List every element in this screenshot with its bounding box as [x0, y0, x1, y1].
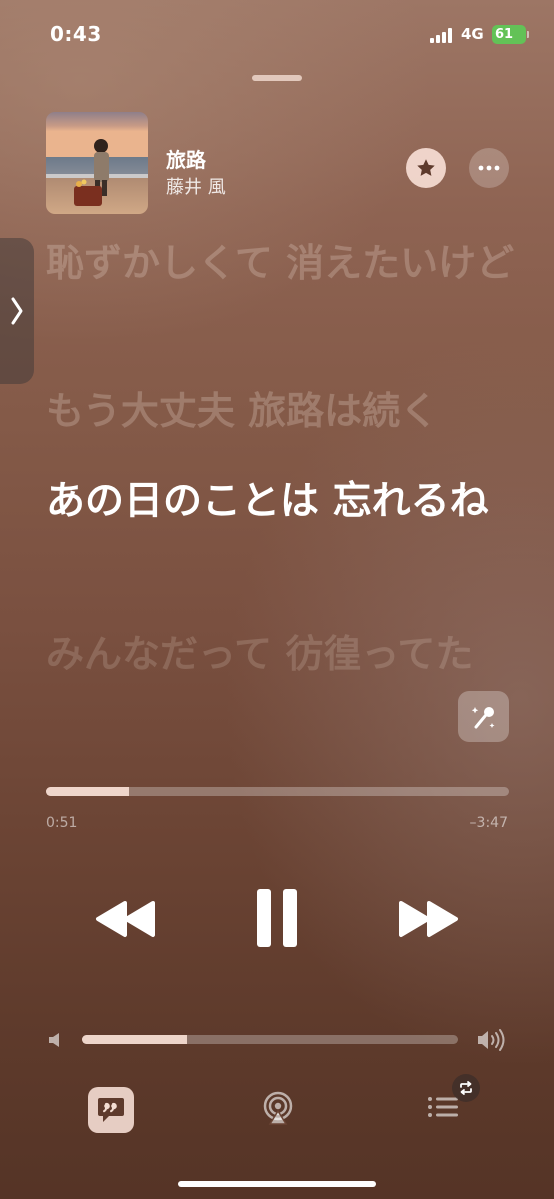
song-title[interactable]: 旅路 — [166, 144, 206, 173]
cellular-signal-icon — [430, 27, 454, 43]
pause-icon — [257, 889, 297, 947]
sheet-grabber[interactable] — [252, 75, 302, 81]
battery-level: 61 — [495, 27, 514, 42]
fast-forward-button[interactable] — [394, 895, 462, 943]
ellipsis-icon — [478, 165, 500, 171]
album-artwork-image — [46, 112, 148, 214]
lyrics-button[interactable] — [88, 1087, 134, 1133]
playback-progress-fill — [46, 787, 130, 796]
airplay-icon — [263, 1091, 293, 1125]
quote-bubble-icon — [98, 1098, 124, 1122]
queue-button[interactable] — [424, 1074, 484, 1126]
repeat-badge — [452, 1074, 480, 1102]
fast-forward-icon — [399, 901, 458, 937]
playback-scrubber[interactable] — [46, 787, 509, 796]
volume-level-fill — [82, 1035, 188, 1044]
favorite-button[interactable] — [406, 148, 446, 188]
airplay-button[interactable] — [260, 1090, 296, 1126]
star-icon — [417, 159, 435, 176]
lyric-line[interactable]: もう大丈夫 旅路は続く — [46, 384, 516, 439]
speaker-low-icon — [46, 1030, 66, 1050]
pause-button[interactable] — [250, 884, 304, 952]
song-artist[interactable]: 藤井 風 — [166, 173, 226, 199]
elapsed-time: 0:51 — [46, 815, 78, 831]
album-artwork[interactable] — [46, 112, 148, 214]
remaining-time: –3:47 — [469, 815, 508, 831]
sing-button[interactable] — [458, 691, 509, 742]
speaker-high-icon — [476, 1027, 508, 1053]
battery-icon: 61 — [492, 25, 529, 44]
more-button[interactable] — [469, 148, 509, 188]
rewind-button[interactable] — [92, 895, 160, 943]
home-indicator[interactable] — [178, 1181, 376, 1187]
side-panel-tab[interactable] — [0, 238, 34, 384]
status-time: 0:43 — [50, 22, 102, 46]
rewind-icon — [96, 901, 155, 937]
volume-slider[interactable] — [82, 1035, 458, 1044]
lyric-line[interactable]: みんなだって 彷徨ってた — [46, 627, 516, 682]
repeat-icon — [460, 1081, 472, 1095]
network-type: 4G — [461, 25, 484, 43]
lyric-line[interactable]: 恥ずかしくて 消えたいけど — [46, 236, 516, 291]
chevron-right-icon — [11, 297, 23, 325]
microphone-sparkles-icon — [471, 706, 494, 728]
lyric-line-current[interactable]: あの日のことは 忘れるね — [46, 474, 516, 529]
